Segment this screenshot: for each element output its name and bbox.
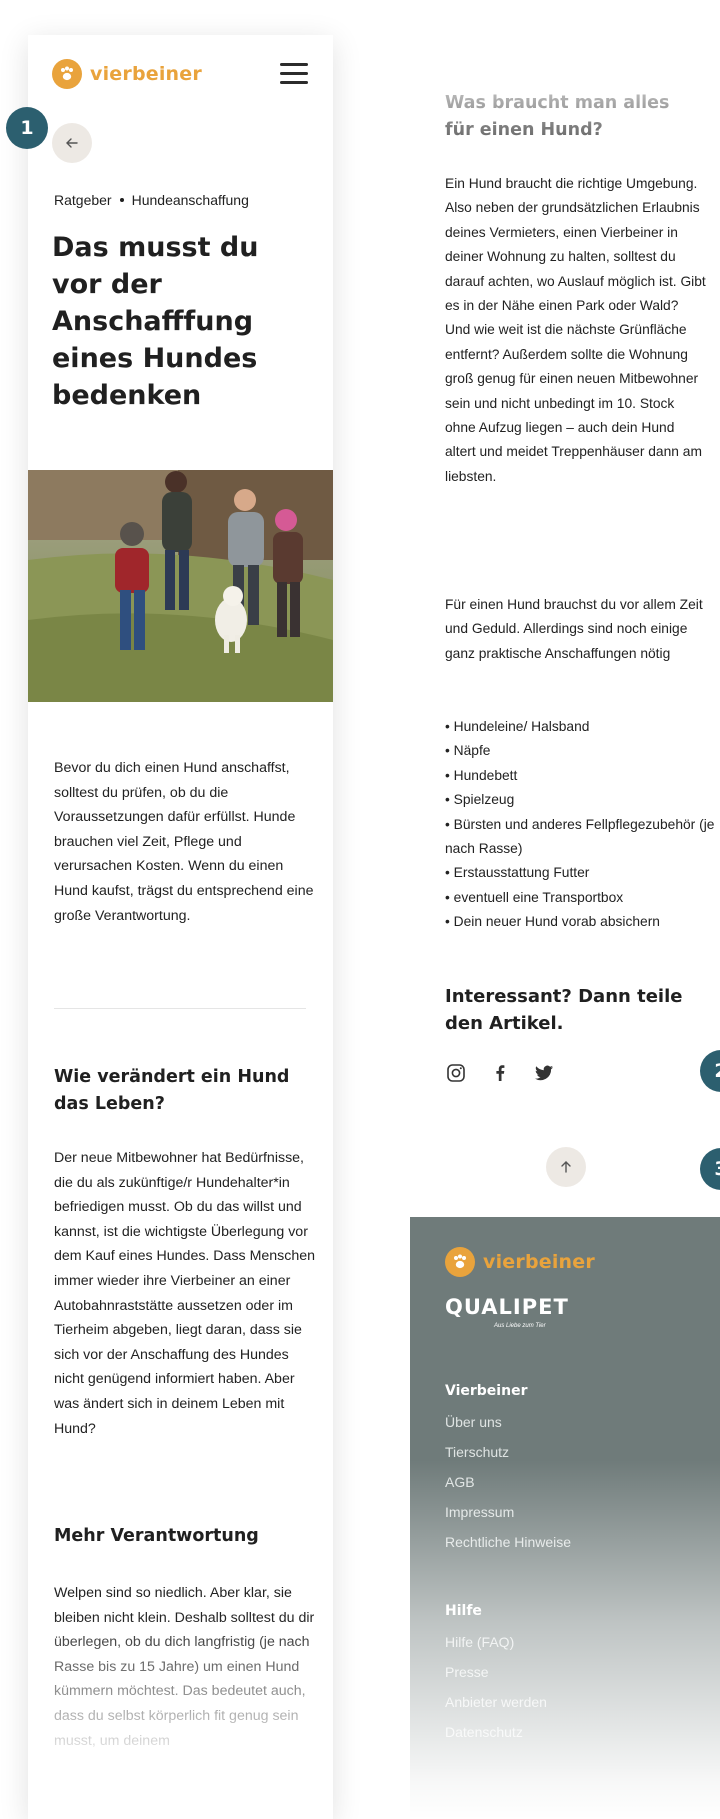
footer-link[interactable]: Rechtliche Hinweise xyxy=(445,1527,571,1557)
partner-logo[interactable]: QUALIPET xyxy=(445,1295,569,1319)
facebook-icon[interactable] xyxy=(489,1062,511,1084)
section-heading-life-change: Wie verändert ein Hund das Leben? xyxy=(54,1067,290,1114)
footer: vierbeiner QUALIPET Aus Liebe zum Tier V… xyxy=(410,1217,720,1819)
back-to-top-button[interactable] xyxy=(546,1147,586,1187)
breadcrumb-separator xyxy=(119,198,124,202)
footer-link[interactable]: Tierschutz xyxy=(445,1437,571,1467)
footer-link[interactable]: Hilfe (FAQ) xyxy=(445,1627,547,1657)
section-body-responsibility: Welpen sind so niedlich. Aber klar, sie … xyxy=(54,1585,315,1749)
list-item: • Hundeleine/ Halsband xyxy=(445,719,590,734)
hamburger-menu-icon[interactable] xyxy=(280,63,308,85)
footer-link[interactable]: Presse xyxy=(445,1657,547,1687)
instagram-icon[interactable] xyxy=(445,1062,467,1084)
list-item: • eventuell eine Transportbox xyxy=(445,889,624,905)
essentials-list: • Hundeleine/ Halsband • Näpfe • Hundebe… xyxy=(445,715,715,935)
arrow-left-icon xyxy=(66,138,78,148)
brand-logo[interactable]: vierbeiner xyxy=(52,59,202,89)
paw-icon xyxy=(52,59,82,89)
footer-link[interactable]: Über uns xyxy=(445,1407,571,1437)
section-body-needs: Ein Hund braucht die richtige Umgebung. … xyxy=(445,176,706,484)
footer-brand-name: vierbeiner xyxy=(483,1251,595,1273)
header-bar: vierbeiner xyxy=(28,35,333,105)
partner-tagline: Aus Liebe zum Tier xyxy=(494,1323,546,1329)
hero-image-family-with-dog xyxy=(28,470,333,702)
footer-link[interactable]: Impressum xyxy=(445,1497,571,1527)
breadcrumb: Ratgeber Hundeanschaffung xyxy=(54,192,249,208)
list-item: • Spielzeug xyxy=(445,792,515,808)
list-item: • Dein neuer Hund vorab absichern xyxy=(445,914,660,930)
footer-brand-logo[interactable]: vierbeiner xyxy=(445,1247,595,1277)
footer-link[interactable]: AGB xyxy=(445,1467,571,1497)
footer-link[interactable]: Anbieter werden xyxy=(445,1687,547,1717)
list-item: • Näpfe xyxy=(445,743,491,759)
step-marker-1: 1 xyxy=(6,107,48,149)
share-icons xyxy=(445,1062,555,1084)
section-body-essentials: Für einen Hund brauchst du vor allem Zei… xyxy=(445,597,703,661)
list-item: • Bürsten und anderes Fellpflegezubehör … xyxy=(445,816,715,857)
divider xyxy=(54,1008,306,1009)
article-screen-bottom: Was braucht man alles für einen Hund? Ei… xyxy=(410,0,720,1819)
list-item: • Erstausstattung Futter xyxy=(445,865,590,881)
share-heading: Interessant? Dann teile den Artikel. xyxy=(445,986,683,1034)
brand-name: vierbeiner xyxy=(90,63,202,85)
twitter-icon[interactable] xyxy=(533,1062,555,1084)
section-body-life-change: Der neue Mitbewohner hat Bedürfnisse, di… xyxy=(54,1150,316,1437)
footer-links-vierbeiner: Über uns Tierschutz AGB Impressum Rechtl… xyxy=(445,1407,571,1557)
list-item: • Hundebett xyxy=(445,767,518,783)
footer-heading-hilfe: Hilfe xyxy=(445,1603,482,1619)
article-screen-top: vierbeiner Ratgeber Hundeanschaffung Das… xyxy=(28,35,333,1819)
paw-icon xyxy=(445,1247,475,1277)
page-title: Das musst du vor der Anschafffung eines … xyxy=(52,232,259,411)
section-heading-needs: Was braucht man alles für einen Hund? xyxy=(445,93,670,140)
breadcrumb-hundeanschaffung[interactable]: Hundeanschaffung xyxy=(132,192,249,208)
section-heading-responsibility: Mehr Verantwortung xyxy=(54,1526,259,1546)
footer-heading-vierbeiner: Vierbeiner xyxy=(445,1383,528,1399)
breadcrumb-ratgeber[interactable]: Ratgeber xyxy=(54,192,112,208)
intro-paragraph: Bevor du dich einen Hund anschaffst, sol… xyxy=(54,760,314,924)
arrow-up-icon xyxy=(561,1161,571,1173)
back-button[interactable] xyxy=(52,123,92,163)
footer-link[interactable]: Datenschutz xyxy=(445,1717,547,1747)
footer-links-hilfe: Hilfe (FAQ) Presse Anbieter werden Daten… xyxy=(445,1627,547,1747)
